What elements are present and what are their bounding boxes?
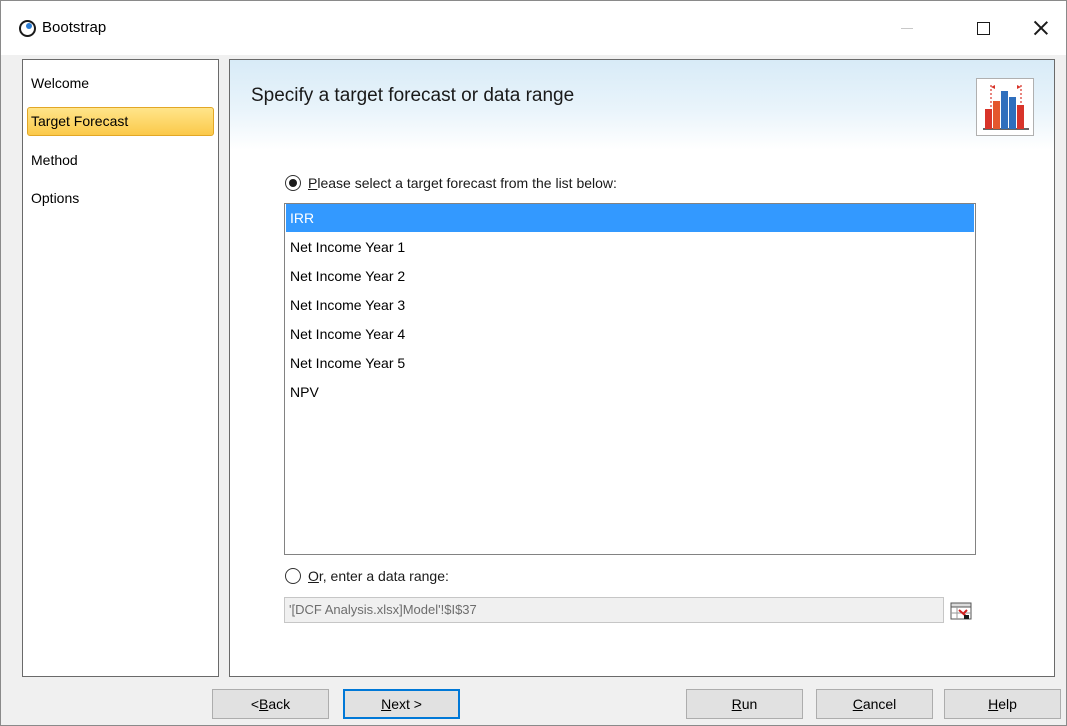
data-range-option-label: Or, enter a data range: bbox=[308, 568, 449, 584]
bar-chart-icon bbox=[976, 78, 1034, 136]
wizard-steps-sidebar: Welcome Target Forecast Method Options bbox=[22, 59, 219, 677]
page-header: Specify a target forecast or data range bbox=[230, 60, 1054, 150]
data-range-option[interactable]: Or, enter a data range: bbox=[285, 568, 449, 584]
cell-range-picker-icon bbox=[950, 602, 971, 620]
list-item[interactable]: Net Income Year 5 bbox=[286, 349, 974, 377]
forecast-radio[interactable] bbox=[285, 175, 301, 191]
next-button[interactable]: Next > bbox=[343, 689, 460, 719]
main-panel: Specify a target forecast or data range bbox=[229, 59, 1055, 677]
title-bar: Bootstrap bbox=[1, 1, 1066, 55]
app-logo-icon bbox=[19, 20, 36, 37]
window-title: Bootstrap bbox=[42, 19, 107, 36]
sidebar-item-welcome[interactable]: Welcome bbox=[27, 69, 214, 98]
list-item[interactable]: NPV bbox=[286, 378, 974, 406]
cancel-button[interactable]: Cancel bbox=[816, 689, 933, 719]
close-icon bbox=[1034, 21, 1048, 35]
minimize-button[interactable] bbox=[879, 1, 934, 55]
range-select-button[interactable] bbox=[946, 600, 975, 622]
maximize-icon bbox=[977, 21, 990, 35]
forecast-option[interactable]: Please select a target forecast from the… bbox=[285, 175, 617, 191]
sidebar-item-method[interactable]: Method bbox=[27, 146, 214, 175]
list-item[interactable]: Net Income Year 1 bbox=[286, 233, 974, 261]
minimize-icon bbox=[900, 27, 913, 29]
forecast-option-label: Please select a target forecast from the… bbox=[308, 175, 617, 191]
bootstrap-dialog: Bootstrap Welcome Target Forecast Method… bbox=[0, 0, 1067, 726]
help-button[interactable]: Help bbox=[944, 689, 1061, 719]
list-item[interactable]: IRR bbox=[286, 204, 974, 232]
page-title: Specify a target forecast or data range bbox=[251, 85, 575, 106]
data-range-field[interactable]: '[DCF Analysis.xlsx]Model'!$I$37 bbox=[284, 597, 944, 623]
sidebar-item-options[interactable]: Options bbox=[27, 184, 214, 213]
back-button[interactable]: < Back bbox=[212, 689, 329, 719]
data-range-radio[interactable] bbox=[285, 568, 301, 584]
run-button[interactable]: Run bbox=[686, 689, 803, 719]
forecast-list[interactable]: IRR Net Income Year 1 Net Income Year 2 … bbox=[284, 203, 976, 555]
sidebar-item-target-forecast[interactable]: Target Forecast bbox=[27, 107, 214, 136]
list-item[interactable]: Net Income Year 2 bbox=[286, 262, 974, 290]
maximize-button[interactable] bbox=[956, 1, 1011, 55]
list-item[interactable]: Net Income Year 4 bbox=[286, 320, 974, 348]
list-item[interactable]: Net Income Year 3 bbox=[286, 291, 974, 319]
close-button[interactable] bbox=[1016, 1, 1066, 55]
